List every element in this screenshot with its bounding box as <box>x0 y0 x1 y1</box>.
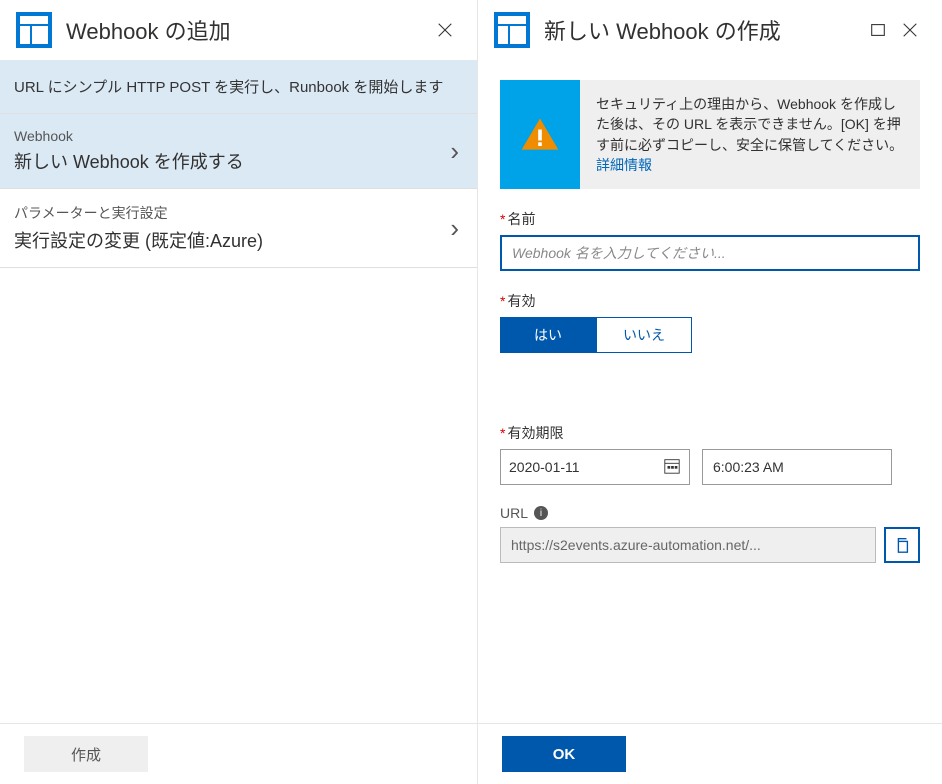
name-field: *名前 <box>500 209 920 271</box>
left-footer: 作成 <box>0 723 477 784</box>
enabled-no-option[interactable]: いいえ <box>596 317 692 353</box>
more-info-link[interactable]: 詳細情報 <box>596 157 652 173</box>
info-icon[interactable]: i <box>534 506 548 520</box>
maximize-icon[interactable] <box>862 14 894 46</box>
create-button[interactable]: 作成 <box>24 736 148 772</box>
expiry-time-input[interactable]: 6:00:23 AM <box>702 449 892 485</box>
blade-icon <box>16 12 52 48</box>
expiry-field: *有効期限 2020-01-11 6:00:23 AM <box>500 423 920 485</box>
url-field: URL i https://s2events.azure-automation.… <box>500 505 920 563</box>
list-item-label: Webhook <box>14 128 244 144</box>
expiry-time-value: 6:00:23 AM <box>713 459 784 475</box>
list-item-value: 実行設定の変更 (既定値:Azure) <box>14 227 263 253</box>
right-footer: OK <box>478 723 942 784</box>
url-label: URL i <box>500 505 920 521</box>
list-item-parameters[interactable]: パラメーターと実行設定 実行設定の変更 (既定値:Azure) › <box>0 189 477 268</box>
enabled-field: *有効 はい いいえ <box>500 291 920 353</box>
left-header: Webhook の追加 <box>0 0 477 60</box>
list-item-label: パラメーターと実行設定 <box>14 203 263 223</box>
blade-icon <box>494 12 530 48</box>
warning-box: セキュリティ上の理由から、Webhook を作成した後は、その URL を表示で… <box>500 80 920 189</box>
name-label: *名前 <box>500 209 920 229</box>
list-item-webhook[interactable]: Webhook 新しい Webhook を作成する › <box>0 114 477 189</box>
url-readonly: https://s2events.azure-automation.net/..… <box>500 527 876 563</box>
right-header: 新しい Webhook の作成 <box>478 0 942 60</box>
create-webhook-panel: 新しい Webhook の作成 セキュリティ上の理由から、Webhook を作成… <box>478 0 942 784</box>
warning-message: セキュリティ上の理由から、Webhook を作成した後は、その URL を表示で… <box>580 80 920 189</box>
name-input[interactable] <box>500 235 920 271</box>
calendar-icon <box>663 457 681 478</box>
copy-button[interactable] <box>884 527 920 563</box>
enabled-toggle: はい いいえ <box>500 317 920 353</box>
add-webhook-panel: Webhook の追加 URL にシンプル HTTP POST を実行し、Run… <box>0 0 478 784</box>
chevron-right-icon: › <box>450 136 463 167</box>
close-icon[interactable] <box>429 14 461 46</box>
chevron-right-icon: › <box>450 213 463 244</box>
right-content: セキュリティ上の理由から、Webhook を作成した後は、その URL を表示で… <box>478 60 942 583</box>
expiry-date-input[interactable]: 2020-01-11 <box>500 449 690 485</box>
enabled-label: *有効 <box>500 291 920 311</box>
warning-text: セキュリティ上の理由から、Webhook を作成した後は、その URL を表示で… <box>596 96 903 153</box>
right-panel-title: 新しい Webhook の作成 <box>544 14 862 46</box>
close-icon[interactable] <box>894 14 926 46</box>
enabled-yes-option[interactable]: はい <box>500 317 596 353</box>
expiry-label: *有効期限 <box>500 423 920 443</box>
ok-button[interactable]: OK <box>502 736 626 772</box>
expiry-date-value: 2020-01-11 <box>509 459 580 475</box>
description: URL にシンプル HTTP POST を実行し、Runbook を開始します <box>0 60 477 114</box>
left-panel-title: Webhook の追加 <box>66 14 429 46</box>
warning-icon <box>500 80 580 189</box>
list-item-value: 新しい Webhook を作成する <box>14 148 244 174</box>
